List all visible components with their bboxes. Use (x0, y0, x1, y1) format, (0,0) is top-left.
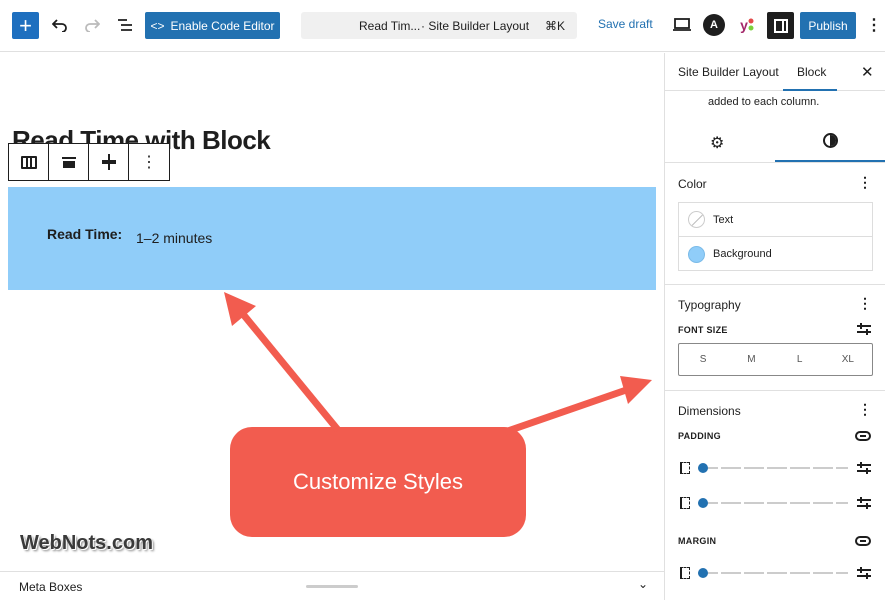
vertical-align-button[interactable] (89, 144, 129, 180)
panel-divider (665, 284, 885, 285)
font-size-m[interactable]: M (727, 344, 775, 375)
panel-divider (665, 390, 885, 391)
slider-knob[interactable] (698, 568, 708, 578)
list-view-icon (118, 19, 132, 31)
active-subtab-indicator (775, 160, 885, 162)
slider-knob[interactable] (698, 463, 708, 473)
redo-icon (85, 19, 100, 32)
font-size-l[interactable]: L (776, 344, 824, 375)
padding-vertical-icon (680, 462, 690, 474)
preview-button[interactable] (671, 13, 693, 37)
read-time-value: 1–2 minutes (136, 230, 213, 246)
close-icon[interactable]: ✕ (861, 63, 874, 81)
empty-swatch-icon (688, 211, 705, 228)
editor-top-toolbar: + <> Enable Code Editor Read Tim... · Si… (0, 0, 885, 52)
publish-button[interactable]: Publish (800, 12, 856, 39)
text-color-label: Text (713, 213, 734, 226)
margin-vertical-slider[interactable] (698, 568, 848, 578)
link-margin-sides-icon[interactable] (855, 536, 871, 546)
background-color-label: Background (713, 248, 772, 260)
margin-vertical-icon (680, 567, 690, 579)
styles-icon[interactable] (823, 133, 838, 148)
read-time-label: Read Time: (47, 226, 123, 242)
padding-horizontal-icon (680, 497, 690, 509)
link-sides-icon[interactable] (855, 431, 871, 441)
sidebar-icon (773, 18, 788, 33)
code-editor-label: Enable Code Editor (170, 18, 275, 33)
document-title: Read Tim... (359, 19, 421, 33)
yoast-dots-icon (748, 18, 754, 31)
margin-label: MARGIN (678, 536, 717, 546)
background-color-option[interactable]: Background (679, 237, 872, 271)
dimensions-options-button[interactable]: ⋮ (858, 401, 872, 418)
align-button[interactable] (49, 144, 89, 180)
margin-vertical-custom-icon[interactable] (857, 567, 871, 579)
sidebar-tabs: Site Builder Layout Block ✕ (665, 53, 885, 91)
padding-vertical-slider[interactable] (698, 463, 848, 473)
options-menu-button[interactable]: ⋮ (866, 13, 882, 37)
color-settings: Text Background (678, 202, 873, 271)
meta-boxes-bar[interactable]: Meta Boxes ⌄ (0, 571, 664, 600)
font-size-xl[interactable]: XL (824, 344, 872, 375)
code-icon: <> (150, 18, 165, 33)
block-inspector-tabs: ⚙ (665, 121, 885, 163)
callout-label: Customize Styles (230, 427, 526, 537)
redo-button[interactable] (80, 13, 104, 37)
typography-panel-title[interactable]: Typography (678, 298, 741, 312)
tab-site-builder-layout[interactable]: Site Builder Layout (678, 65, 779, 79)
add-block-button[interactable]: + (12, 12, 39, 39)
astra-icon[interactable]: A (703, 14, 725, 36)
resize-handle[interactable] (306, 585, 358, 588)
columns-block-button[interactable] (9, 144, 49, 180)
padding-horizontal-slider[interactable] (698, 498, 848, 508)
chevron-down-icon[interactable]: ⌄ (638, 577, 648, 591)
background-swatch-icon (688, 245, 705, 263)
active-tab-indicator (783, 89, 837, 91)
font-size-label: FONT SIZE (678, 325, 728, 335)
undo-button[interactable] (48, 13, 72, 37)
block-toolbar: ⋮ (8, 143, 170, 181)
align-icon (61, 155, 76, 169)
tab-block[interactable]: Block (797, 65, 826, 79)
editor-canvas: Read Time with Block ⋮ Read Time: 1–2 mi… (0, 53, 664, 571)
settings-sidebar: Site Builder Layout Block ✕ added to eac… (664, 53, 885, 600)
block-description: added to each column. (708, 96, 820, 108)
block-options-button[interactable]: ⋮ (129, 144, 169, 180)
padding-vertical-custom-icon[interactable] (857, 462, 871, 474)
columns-block[interactable]: Read Time: 1–2 minutes (8, 187, 656, 290)
padding-horizontal-custom-icon[interactable] (857, 497, 871, 509)
gear-icon[interactable]: ⚙ (710, 133, 724, 153)
yoast-icon[interactable]: y (735, 14, 759, 36)
dimensions-panel-title[interactable]: Dimensions (678, 404, 741, 418)
font-size-picker: S M L XL (678, 343, 873, 376)
padding-label: PADDING (678, 431, 721, 441)
vertical-align-icon (101, 154, 116, 170)
command-shortcut: ⌘K (544, 19, 565, 33)
font-size-s[interactable]: S (679, 344, 727, 375)
document-template: · Site Builder Layout (421, 19, 530, 33)
desktop-preview-icon (673, 18, 691, 31)
columns-icon (20, 155, 37, 169)
text-color-option[interactable]: Text (679, 203, 872, 237)
plus-icon: + (19, 12, 32, 38)
document-bar[interactable]: Read Tim... · Site Builder Layout ⌘K (301, 12, 577, 39)
watermark-logo: WebNots.com (20, 532, 153, 554)
slider-knob[interactable] (698, 498, 708, 508)
list-view-button[interactable] (113, 13, 137, 37)
settings-sidebar-toggle[interactable] (767, 12, 794, 39)
enable-code-editor-button[interactable]: <> Enable Code Editor (145, 12, 280, 39)
undo-icon (52, 19, 67, 32)
save-draft-button[interactable]: Save draft (598, 17, 653, 31)
color-options-button[interactable]: ⋮ (858, 174, 872, 191)
font-size-custom-icon[interactable] (857, 323, 871, 335)
typography-options-button[interactable]: ⋮ (858, 295, 872, 312)
meta-boxes-label: Meta Boxes (19, 580, 83, 594)
color-panel-title[interactable]: Color (678, 177, 707, 191)
